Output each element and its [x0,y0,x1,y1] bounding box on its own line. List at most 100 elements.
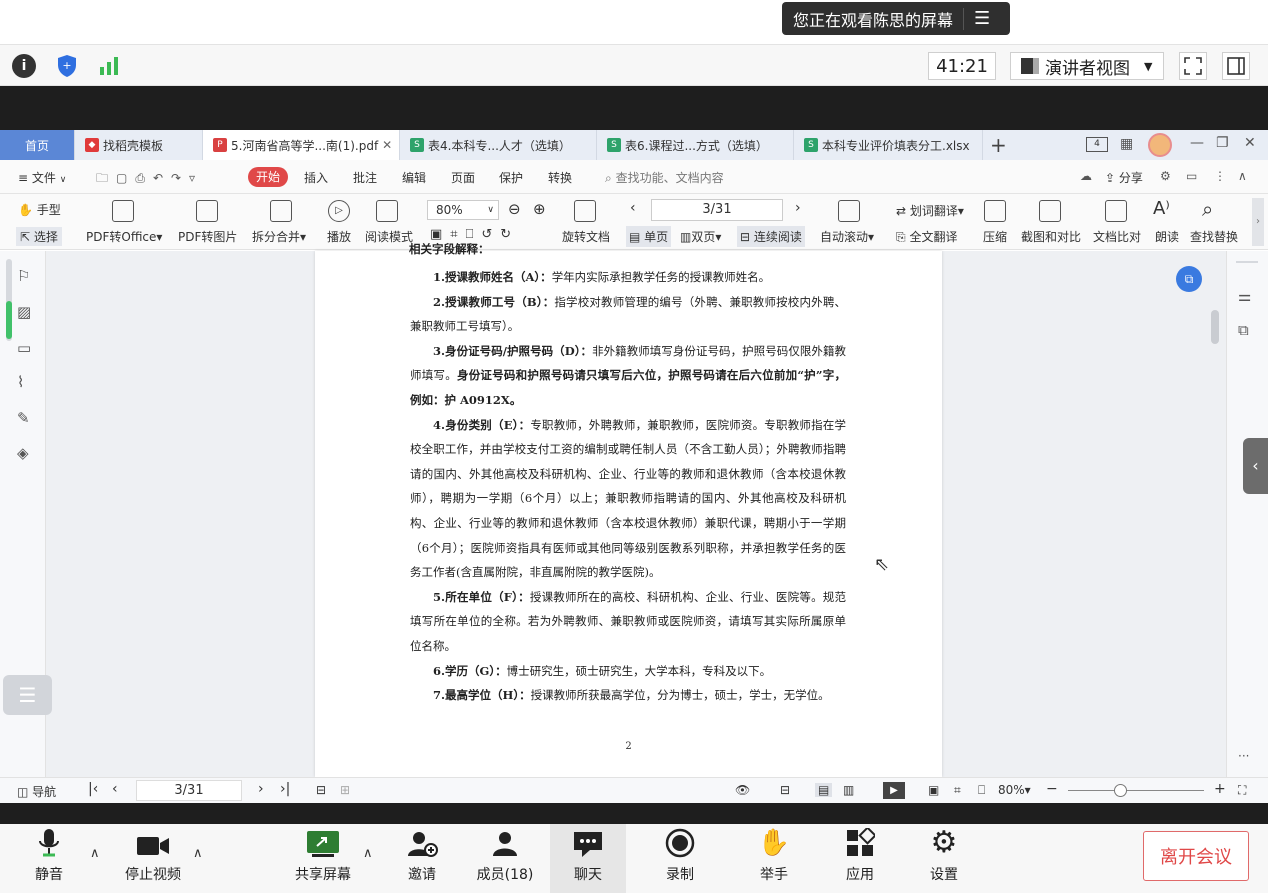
menu-protect[interactable]: 保护 [499,169,523,186]
zoom-out-button[interactable]: − [1046,781,1058,797]
members-button[interactable]: 成员(18) [472,824,538,893]
read-aloud-button[interactable]: 朗读 [1155,228,1179,245]
comment-icon[interactable]: ▭ [1186,169,1197,183]
more-horizontal-icon[interactable]: ··· [1238,749,1249,763]
apps-button[interactable]: 应用 [840,824,880,893]
outline-list-icon[interactable]: ☰ [3,675,52,715]
rotate-doc-button[interactable]: 旋转文档 [562,228,610,245]
tab-sheet-4[interactable]: S 表4.本科专...人才（选填） [400,130,597,160]
menu-insert[interactable]: 插入 [304,169,328,186]
fit-view-icons[interactable]: ▣⌗⎕↺↻ [430,227,519,242]
info-icon[interactable]: i [12,54,36,78]
pdf-to-image-button[interactable]: PDF转图片 [178,228,237,245]
read-mode-button[interactable]: 阅读模式 [365,228,413,245]
chevron-up-icon[interactable]: ∧ [193,846,203,861]
tab-docer-template[interactable]: ◆ 找稻壳模板 [75,130,203,160]
play-slideshow-icon[interactable]: ▶ [883,782,905,799]
menu-edit[interactable]: 编辑 [402,169,426,186]
shield-icon[interactable]: + [55,54,79,78]
ribbon-scroll-right[interactable]: › [1252,198,1264,246]
collapse-ribbon-icon[interactable]: ∧ [1238,169,1247,183]
actual-size-icon[interactable]: ▣ [928,783,939,797]
pdf-to-office-button[interactable]: PDF转Office▾ [86,228,162,245]
next-page-icon[interactable]: › [258,781,264,797]
eye-protection-icon[interactable]: 👁 [735,783,750,797]
next-page-icon[interactable]: › [795,200,801,216]
signal-icon[interactable] [97,54,121,78]
new-tab-icon[interactable]: + [990,133,1007,157]
tab-xlsx[interactable]: S 本科专业评价填表分工.xlsx [794,130,983,160]
quick-access-icons[interactable]: 🗀▢⎙↶↷▿ [96,169,203,190]
read-panel-icon[interactable]: ⧉ [1238,321,1249,339]
menu-start[interactable]: 开始 [248,167,288,187]
status-page-input[interactable]: 3/31 [136,780,242,801]
first-page-icon[interactable]: |‹ [88,781,98,797]
record-button[interactable]: 录制 [660,824,700,893]
full-translate-button[interactable]: ⎘ 全文翻译 [896,228,957,245]
auto-scroll-button[interactable]: 自动滚动▾ [820,228,874,245]
stop-video-button[interactable]: 停止视频 [116,824,190,893]
minimize-icon[interactable]: — [1190,135,1204,151]
zoom-in-icon[interactable]: ⊕ [533,200,546,218]
zoom-slider-track[interactable] [1068,790,1204,791]
screenshot-compare-button[interactable]: 截图和对比 [1021,228,1081,245]
tab-sheet-6[interactable]: S 表6.课程过...方式（选填） [597,130,794,160]
status-zoom[interactable]: 80%▾ [998,783,1031,797]
properties-icon[interactable]: ⚌ [1238,287,1251,305]
continuous-view-icon[interactable]: ⊟ [780,783,790,797]
layers-icon[interactable]: ◈ [17,444,29,462]
tab-pdf-active[interactable]: P 5.河南省高等学...南(1).pdf ✕ [203,130,400,160]
bookmark-icon[interactable]: ⚐ [17,267,30,285]
sharing-indicator[interactable]: 您正在观看陈思的屏幕 ☰ [782,2,1010,35]
cloud-sync-icon[interactable]: ☁ [1080,169,1092,183]
double-view-icon[interactable]: ▥ [843,783,854,797]
zoom-in-button[interactable]: + [1214,781,1226,797]
file-menu[interactable]: ≡ 文件 ∨ [18,169,66,186]
invite-button[interactable]: 邀请 [402,824,442,893]
collapse-panel-handle[interactable]: ‹ [1243,438,1268,494]
zoom-select[interactable]: 80% ∨ [427,200,499,220]
more-icon[interactable]: ⋮ [1214,169,1226,183]
signature-icon[interactable]: ✎ [17,409,30,427]
fullscreen-doc-icon[interactable]: ⛶ [1238,783,1246,798]
thumbnail-icon[interactable]: ▨ [17,303,31,321]
double-page-button[interactable]: ▥双页▾ [680,228,721,245]
last-page-icon[interactable]: ›| [280,781,290,797]
chat-button[interactable]: 聊天 [550,824,626,893]
single-page-button[interactable]: ▤ 单页 [626,226,672,247]
share-button[interactable]: ⇪ 分享 [1105,169,1143,186]
prev-page-icon[interactable]: ‹ [112,781,118,797]
compress-button[interactable]: 压缩 [983,228,1007,245]
mute-button[interactable]: 静音 [24,824,74,893]
prev-page-icon[interactable]: ‹ [630,200,636,216]
fit-page-icon[interactable]: ⌗ [954,783,961,798]
zoom-out-icon[interactable]: ⊖ [508,200,521,218]
split-merge-button[interactable]: 拆分合并▾ [252,228,306,245]
chevron-up-icon[interactable]: ∧ [363,846,373,861]
menu-convert[interactable]: 转换 [548,169,572,186]
continuous-read-button[interactable]: ⊟ 连续阅读 [737,226,805,247]
settings-button[interactable]: ⚙ 设置 [924,824,964,893]
share-screen-button[interactable]: 共享屏幕 [290,824,356,893]
zoom-slider-thumb[interactable] [1114,784,1127,797]
raise-hand-button[interactable]: ✋ 举手 [754,824,794,893]
avatar[interactable] [1148,133,1172,157]
select-tool[interactable]: ⇱ 选择 [16,227,62,246]
fit-width-icon[interactable]: ⎕ [978,783,985,798]
single-view-icon[interactable]: ▤ [815,783,833,797]
ai-assistant-icon[interactable]: ⧉ [1176,266,1202,292]
tab-home[interactable]: 首页 [0,130,75,160]
fullscreen-icon[interactable] [1179,52,1207,80]
navigation-toggle[interactable]: ◫ 导航 [17,783,56,800]
vertical-scrollbar[interactable] [1210,258,1220,772]
find-replace-button[interactable]: 查找替换 [1190,228,1238,245]
window-count-icon[interactable]: 4 [1086,137,1108,152]
scrollbar-thumb[interactable] [1211,310,1219,344]
menu-page[interactable]: 页面 [451,169,475,186]
word-translate-button[interactable]: ⇄ 划词翻译▾ [896,202,964,219]
close-window-icon[interactable]: ✕ [1244,135,1256,151]
page-input[interactable]: 3/31 [651,199,783,221]
hand-tool[interactable]: ✋ 手型 [18,201,61,218]
restore-icon[interactable]: ❐ [1216,135,1229,151]
settings-icon[interactable]: ⚙ [1160,169,1171,183]
